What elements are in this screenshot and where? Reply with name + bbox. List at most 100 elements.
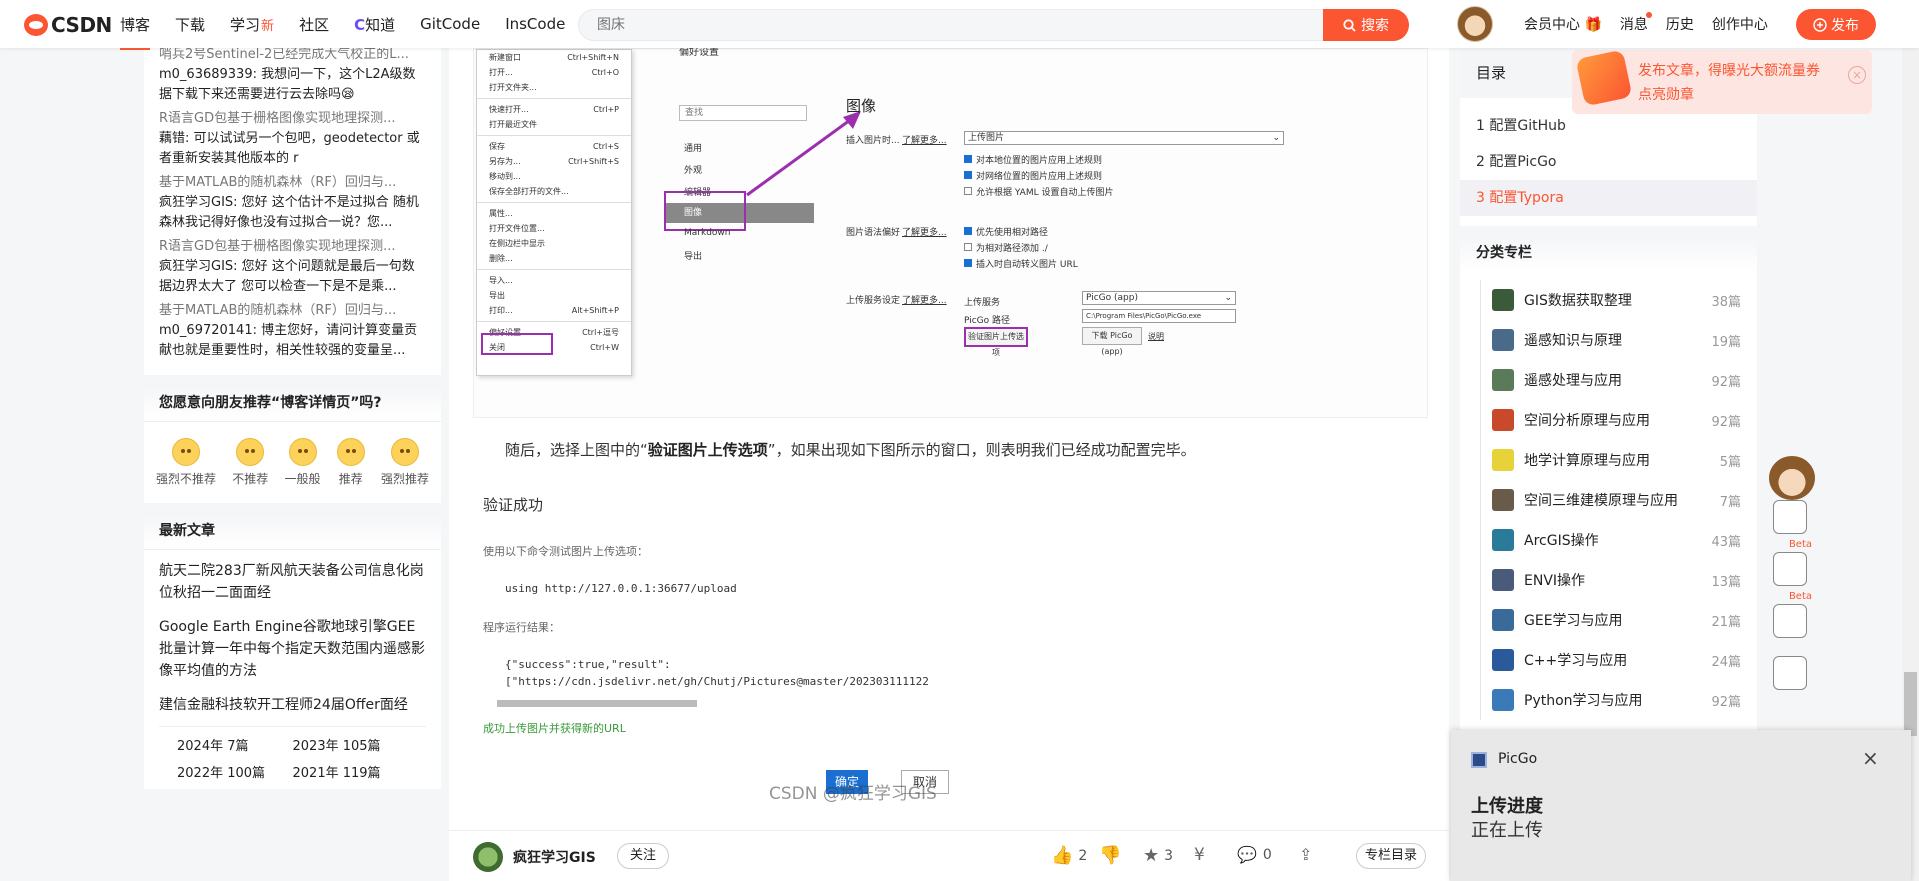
csdn-logo[interactable]: CSDN: [24, 13, 112, 37]
rating-neutral[interactable]: 一般般: [285, 438, 321, 487]
check-row[interactable]: 允许根据 YAML 设置自动上传图片: [964, 185, 1113, 198]
mascot-icon[interactable]: [1769, 456, 1815, 500]
column-toc-button[interactable]: 专栏目录: [1356, 843, 1426, 869]
prefs-category[interactable]: 外观: [684, 163, 702, 176]
column-item[interactable]: 遥感处理与应用 92篇: [1460, 360, 1757, 400]
user-avatar[interactable]: [1457, 6, 1493, 42]
layout-icon[interactable]: Beta: [1773, 591, 1812, 638]
comment-article-link[interactable]: R语言GD包基于栅格图像实现地理探测...: [159, 237, 426, 257]
column-item[interactable]: GEE学习与应用 21篇: [1460, 600, 1757, 640]
comment-button[interactable]: 💬 0: [1237, 845, 1272, 864]
verify-button[interactable]: 验证图片上传选项: [964, 327, 1028, 357]
close-icon[interactable]: ×: [1848, 66, 1866, 84]
comment-item[interactable]: 哨兵2号Sentinel-2已经完成大气校正的L... m0_63689339: …: [144, 45, 441, 105]
archive-year[interactable]: 2021年 119篇: [293, 762, 409, 781]
nav-zhidao[interactable]: C知道: [354, 14, 395, 35]
menu-item[interactable]: 属性...: [477, 206, 631, 221]
menu-item[interactable]: 移动到...: [477, 169, 631, 184]
horizontal-scrollbar[interactable]: [497, 700, 697, 707]
nav-gitcode[interactable]: GitCode: [420, 15, 480, 33]
menu-item[interactable]: 快速打开... Ctrl+P: [477, 102, 631, 117]
menu-item[interactable]: 保存全部打开的文件...: [477, 184, 631, 199]
menu-item[interactable]: 打开文件夹...: [477, 80, 631, 95]
reward-button[interactable]: ¥: [1194, 845, 1205, 865]
nav-download[interactable]: 下载: [175, 14, 205, 35]
column-item[interactable]: Python学习与应用 92篇: [1460, 680, 1757, 720]
service-select[interactable]: PicGo (app) ⌄: [1082, 291, 1236, 305]
comment-article-link[interactable]: 基于MATLAB的随机森林（RF）回归与...: [159, 301, 426, 321]
archive-year[interactable]: 2023年 105篇: [293, 735, 409, 754]
column-item[interactable]: ENVI操作 13篇: [1460, 560, 1757, 600]
menu-item[interactable]: 导入...: [477, 273, 631, 288]
check-row[interactable]: 优先使用相对路径: [964, 225, 1048, 238]
check-row[interactable]: 插入时自动转义图片 URL: [964, 257, 1078, 270]
check-row[interactable]: 对本地位置的图片应用上述规则: [964, 153, 1102, 166]
column-item[interactable]: 空间分析原理与应用 92篇: [1460, 400, 1757, 440]
prefs-category[interactable]: 通用: [684, 141, 702, 154]
search-button[interactable]: 搜索: [1323, 9, 1409, 41]
menu-item[interactable]: 删除...: [477, 251, 631, 266]
follow-button[interactable]: 关注: [617, 843, 669, 869]
search-input[interactable]: [597, 10, 1247, 40]
list-icon[interactable]: Beta: [1773, 539, 1812, 586]
menu-item[interactable]: 导出: [477, 288, 631, 303]
column-item[interactable]: 空间三维建模原理与应用 7篇: [1460, 480, 1757, 520]
scrollbar-thumb[interactable]: [1904, 672, 1917, 736]
download-button[interactable]: 下载 PicGo (app): [1082, 327, 1142, 356]
nav-community[interactable]: 社区: [299, 14, 329, 35]
check-row[interactable]: 为相对路径添加 ./: [964, 241, 1048, 254]
archive-year[interactable]: 2024年 7篇: [177, 735, 293, 754]
learn-more-link[interactable]: 了解更多...: [902, 133, 947, 146]
edit-icon[interactable]: [1773, 656, 1807, 690]
article-link[interactable]: 建信金融科技软开工程师24届Offer面经: [144, 688, 441, 726]
rating-strongly[interactable]: 强烈推荐: [381, 438, 429, 487]
check-row[interactable]: 对网络位置的图片应用上述规则: [964, 169, 1102, 182]
insert-select[interactable]: 上传图片 ⌄: [964, 131, 1284, 145]
nav-vip[interactable]: 会员中心 🎁: [1524, 14, 1602, 34]
comment-item[interactable]: 基于MATLAB的随机森林（RF）回归与... m0_69720141: 博主您好…: [144, 301, 441, 375]
comment-article-link[interactable]: 基于MATLAB的随机森林（RF）回归与...: [159, 173, 426, 193]
prefs-category[interactable]: 导出: [684, 249, 702, 262]
menu-item[interactable]: 另存为... Ctrl+Shift+S: [477, 154, 631, 169]
column-item[interactable]: 地学计算原理与应用 5篇: [1460, 440, 1757, 480]
rating-strongly-not[interactable]: 强烈不推荐: [156, 438, 216, 487]
menu-item[interactable]: 打开最近文件: [477, 117, 631, 132]
nav-creation-center[interactable]: 创作中心: [1712, 14, 1768, 34]
nav-history[interactable]: 历史: [1666, 14, 1694, 34]
menu-item[interactable]: 保存 Ctrl+S: [477, 139, 631, 154]
comment-article-link[interactable]: R语言GD包基于栅格图像实现地理探测...: [159, 109, 426, 129]
close-icon[interactable]: ×: [1862, 746, 1879, 770]
comment-item[interactable]: 基于MATLAB的随机森林（RF）回归与... 疯狂学习GIS: 您好 这个估计不…: [144, 173, 441, 233]
article-link[interactable]: 航天二院283厂新风航天装备公司信息化岗位秋招一二面面经: [144, 550, 441, 610]
comment-item[interactable]: R语言GD包基于栅格图像实现地理探测... 疯狂学习GIS: 您好 这个问题就是最…: [144, 237, 441, 297]
menu-item[interactable]: 在侧边栏中显示: [477, 236, 631, 251]
learn-more-link[interactable]: 了解更多...: [902, 293, 947, 306]
archive-year[interactable]: 2022年 100篇: [177, 762, 293, 781]
learn-more-link[interactable]: 了解更多...: [902, 225, 947, 238]
nav-blog[interactable]: 博客: [120, 14, 151, 50]
rating-not[interactable]: 不推荐: [232, 438, 268, 487]
promo-banner[interactable]: 发布文章，得曝光大额流量券 点亮勋章 ×: [1572, 49, 1872, 114]
stats-icon[interactable]: [1773, 500, 1807, 534]
menu-item[interactable]: 新建窗口 Ctrl+Shift+N: [477, 50, 631, 65]
author-avatar[interactable]: [473, 842, 503, 872]
comment-article-link[interactable]: 哨兵2号Sentinel-2已经完成大气校正的L...: [159, 45, 426, 65]
help-link[interactable]: 说明: [1148, 331, 1164, 342]
column-item[interactable]: 遥感知识与原理 19篇: [1460, 320, 1757, 360]
path-input[interactable]: C:\Program Files\PicGo\PicGo.exe: [1082, 309, 1236, 323]
menu-item[interactable]: 打印... Alt+Shift+P: [477, 303, 631, 318]
rating-recommend[interactable]: 推荐: [336, 438, 365, 487]
share-button[interactable]: ⇪: [1299, 845, 1312, 864]
collect-button[interactable]: ★ 3: [1143, 845, 1173, 866]
nav-inscode[interactable]: InsCode: [505, 15, 565, 33]
comment-item[interactable]: R语言GD包基于栅格图像实现地理探测... 藕错: 可以试试另一个包吧，geode…: [144, 109, 441, 169]
menu-item[interactable]: 打开... Ctrl+O: [477, 65, 631, 80]
dislike-button[interactable]: 👎: [1099, 845, 1121, 866]
toc-item-active[interactable]: 3 配置Typora: [1460, 180, 1757, 216]
article-link[interactable]: Google Earth Engine谷歌地球引擎GEE批量计算一年中每个指定天…: [144, 610, 441, 688]
column-item[interactable]: C++学习与应用 24篇: [1460, 640, 1757, 680]
column-item[interactable]: ArcGIS操作 43篇: [1460, 520, 1757, 560]
nav-messages[interactable]: 消息: [1620, 12, 1652, 34]
prefs-category[interactable]: Markdown: [684, 228, 730, 238]
menu-item[interactable]: 打开文件位置...: [477, 221, 631, 236]
